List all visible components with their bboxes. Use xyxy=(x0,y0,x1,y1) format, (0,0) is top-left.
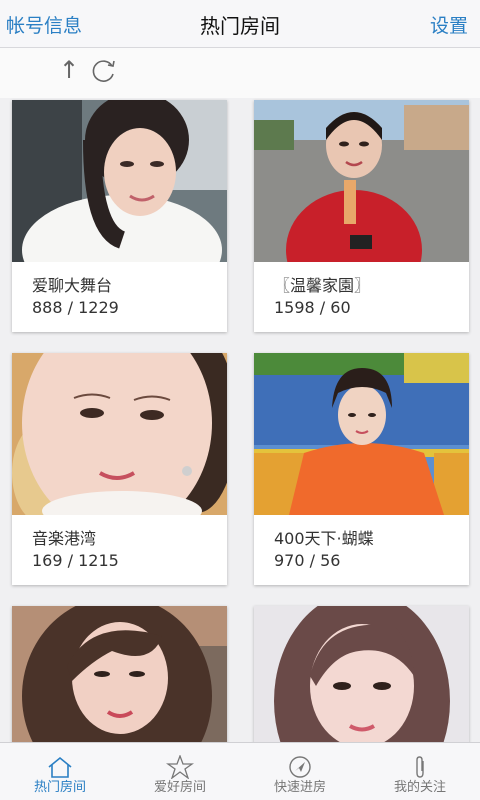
tab-label: 爱好房间 xyxy=(153,780,206,795)
room-card[interactable]: 音楽港湾 169 / 1215 xyxy=(12,353,227,585)
room-stats: 970 / 56 xyxy=(274,551,341,570)
room-name: 音楽港湾 xyxy=(32,529,97,548)
room-name: 400天下·蝴蝶 xyxy=(274,529,374,548)
room-card[interactable] xyxy=(254,606,469,742)
toolbar: ↑ xyxy=(0,48,480,98)
tab-label: 热门房间 xyxy=(33,780,86,795)
room-photo xyxy=(254,100,469,262)
settings-button[interactable]: 设置 xyxy=(430,11,468,38)
room-name: 〖温馨家園〗 xyxy=(274,276,371,295)
room-stats: 169 / 1215 xyxy=(32,551,119,570)
tab-label: 快速进房 xyxy=(273,780,326,795)
room-card[interactable]: 400天下·蝴蝶 970 / 56 xyxy=(254,353,469,585)
bottom-tab-bar: 热门房间 爱好房间 快速进房 我的关注 xyxy=(0,742,480,800)
tab-hot-rooms[interactable]: 热门房间 xyxy=(0,743,120,800)
room-photo xyxy=(254,606,469,742)
room-name: 爱聊大舞台 xyxy=(32,276,113,295)
refresh-icon[interactable] xyxy=(88,56,118,86)
tab-my-follows[interactable]: 我的关注 xyxy=(360,743,480,800)
tab-favorite-rooms[interactable]: 爱好房间 xyxy=(120,743,240,800)
tab-label: 我的关注 xyxy=(393,780,446,795)
room-card[interactable] xyxy=(12,606,227,742)
room-photo xyxy=(12,100,227,262)
page-title: 热门房间 xyxy=(200,14,280,38)
room-grid: 爱聊大舞台 888 / 1229 〖温馨家園〗 1598 / 60 音楽港湾 1… xyxy=(0,98,480,742)
room-stats: 888 / 1229 xyxy=(32,298,119,317)
room-photo xyxy=(12,606,227,742)
room-card[interactable]: 爱聊大舞台 888 / 1229 xyxy=(12,100,227,332)
room-card[interactable]: 〖温馨家園〗 1598 / 60 xyxy=(254,100,469,332)
room-stats: 1598 / 60 xyxy=(274,298,351,317)
top-bar: 帐号信息 热门房间 设置 xyxy=(0,0,480,48)
room-photo xyxy=(254,353,469,515)
up-arrow-icon[interactable]: ↑ xyxy=(59,56,79,84)
tab-quick-enter[interactable]: 快速进房 xyxy=(240,743,360,800)
room-photo xyxy=(12,353,227,515)
